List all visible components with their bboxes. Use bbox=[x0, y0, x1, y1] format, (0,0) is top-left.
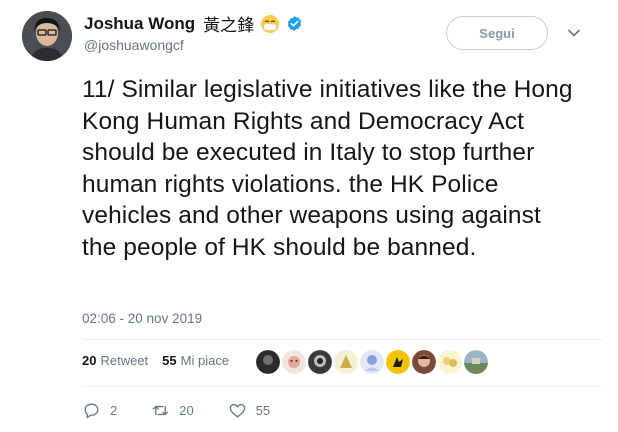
chevron-down-icon[interactable] bbox=[567, 26, 581, 40]
retweet-icon bbox=[152, 405, 169, 416]
like-icon bbox=[229, 403, 246, 418]
verified-badge-icon bbox=[287, 16, 302, 31]
like-button[interactable]: 55 bbox=[228, 401, 270, 420]
retweet-label[interactable]: Retweet bbox=[100, 353, 148, 368]
reply-count: 2 bbox=[110, 403, 118, 418]
divider bbox=[82, 386, 602, 387]
divider bbox=[82, 339, 602, 340]
retweet-count[interactable]: 20 bbox=[82, 353, 96, 368]
display-name-cjk[interactable]: 黃之鋒 bbox=[203, 11, 254, 36]
like-action-count: 55 bbox=[255, 403, 271, 418]
liker-avatar[interactable] bbox=[282, 350, 306, 374]
liker-avatar[interactable] bbox=[360, 350, 384, 374]
follow-button[interactable]: Segui bbox=[446, 16, 548, 50]
liker-avatar[interactable] bbox=[308, 350, 332, 374]
avatar[interactable] bbox=[22, 11, 72, 61]
user-handle[interactable]: @joshuawongcf bbox=[84, 37, 184, 53]
liker-avatar[interactable] bbox=[438, 350, 462, 374]
like-label[interactable]: Mi piace bbox=[181, 353, 229, 368]
tweet-timestamp[interactable]: 02:06 - 20 nov 2019 bbox=[82, 311, 202, 326]
retweet-button[interactable]: 20 bbox=[151, 401, 194, 420]
liker-avatar[interactable] bbox=[386, 350, 410, 374]
tweet-card: Joshua Wong 黃之鋒 @joshuawongcf Segui 11/ … bbox=[0, 0, 618, 432]
liker-avatar[interactable] bbox=[334, 350, 358, 374]
liker-avatar[interactable] bbox=[464, 350, 488, 374]
action-bar: 2 20 55 bbox=[82, 401, 270, 420]
tweet-stats: 20 Retweet 55 Mi piace bbox=[82, 353, 229, 368]
retweet-action-count: 20 bbox=[179, 403, 194, 418]
mask-face-emoji-icon bbox=[261, 14, 280, 33]
liker-avatar[interactable] bbox=[412, 350, 436, 374]
liker-avatars bbox=[256, 350, 488, 374]
tweet-text: 11/ Similar legislative initiatives like… bbox=[82, 76, 573, 261]
reply-icon bbox=[84, 403, 99, 419]
reply-button[interactable]: 2 bbox=[82, 401, 117, 420]
like-count[interactable]: 55 bbox=[162, 353, 176, 368]
display-name[interactable]: Joshua Wong bbox=[84, 14, 195, 34]
liker-avatar[interactable] bbox=[256, 350, 280, 374]
name-row: Joshua Wong 黃之鋒 bbox=[84, 11, 303, 36]
